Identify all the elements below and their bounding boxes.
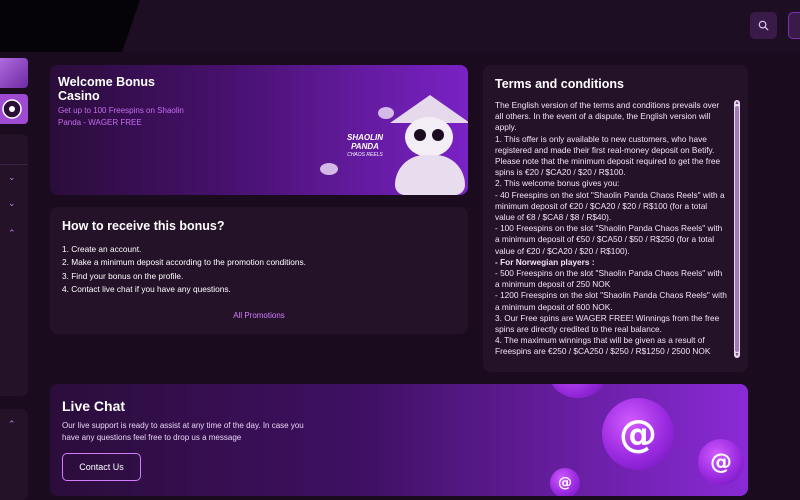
- logo-area: [0, 0, 140, 52]
- top-header: [0, 0, 800, 52]
- howto-step: 3. Find your bonus on the profile.: [62, 270, 184, 281]
- game-logo-line2: PANDA: [351, 142, 379, 151]
- terms-scrollbar[interactable]: ▲ ▼: [734, 100, 740, 358]
- welcome-title: Welcome Bonus Casino: [58, 75, 156, 103]
- chat-bubble-icon: @: [602, 398, 674, 470]
- panda-image: [405, 117, 453, 157]
- at-sign-icon: @: [558, 475, 572, 491]
- game-logo: SHAOLIN PANDA CHAOS REELS: [330, 133, 400, 160]
- terms-line: - 40 Freespins on the slot "Shaolin Pand…: [495, 189, 725, 223]
- scroll-down-arrow[interactable]: ▼: [734, 352, 740, 358]
- contact-us-button[interactable]: Contact Us: [62, 453, 141, 481]
- game-logo-line3: CHAOS REELS: [347, 152, 383, 158]
- terms-title: Terms and conditions: [495, 77, 624, 91]
- scrollbar-thumb[interactable]: [735, 106, 739, 352]
- panda-eye: [432, 129, 444, 141]
- terms-line: - 500 Freespins on the slot "Shaolin Pan…: [495, 268, 723, 290]
- welcome-subtitle: Get up to 100 Freespins on Shaolin Panda…: [58, 106, 184, 127]
- terms-card: Terms and conditions The English version…: [483, 65, 748, 372]
- at-sign-icon: @: [619, 412, 657, 456]
- chat-bubble-icon: @: [698, 439, 744, 485]
- sidebar: ⌄ ⌄ ⌃ ⌃: [0, 52, 32, 500]
- terms-line: The English version of the terms and con…: [495, 100, 720, 133]
- coin-decoration: [378, 107, 394, 119]
- terms-line: 1. This offer is only available to new c…: [495, 133, 715, 155]
- coin-decoration: [320, 163, 338, 175]
- at-sign-icon: @: [710, 449, 732, 475]
- search-icon: [758, 20, 769, 31]
- chevron-up-icon[interactable]: ⌃: [8, 228, 16, 239]
- terms-line: 2. This welcome bonus gives you:: [495, 178, 620, 189]
- chevron-down-icon[interactable]: ⌄: [8, 172, 16, 183]
- howto-title: How to receive this bonus?: [62, 219, 225, 233]
- howto-step: 4. Contact live chat if you have any que…: [62, 283, 231, 294]
- terms-line-norway: - For Norwegian players :: [495, 257, 727, 268]
- terms-line: - 1200 Freespins on the slot "Shaolin Pa…: [495, 290, 727, 312]
- sidebar-secondary-panel: ⌃: [0, 409, 28, 500]
- search-button[interactable]: [750, 12, 777, 39]
- chevron-down-icon[interactable]: ⌄: [8, 198, 16, 209]
- sidebar-menu-panel: ⌄ ⌄ ⌃: [0, 134, 28, 396]
- chat-bubble-icon: [550, 384, 606, 398]
- game-logo-line1: SHAOLIN: [347, 133, 383, 142]
- terms-line: 3. Our Free spins are WAGER FREE! Winnin…: [495, 312, 720, 335]
- terms-line: - 100 Freespins on the slot "Shaolin Pan…: [495, 223, 723, 256]
- wheel-icon: [2, 99, 22, 119]
- sidebar-thumb-welcome[interactable]: [0, 58, 28, 88]
- livechat-description: Our live support is ready to assist at a…: [62, 421, 304, 442]
- live-chat-banner: Live Chat Our live support is ready to a…: [50, 384, 748, 496]
- terms-text[interactable]: The English version of the terms and con…: [495, 100, 727, 358]
- terms-line: 4. The maximum winnings that will be giv…: [495, 335, 711, 357]
- sidebar-thumb-wheel[interactable]: [0, 94, 28, 124]
- panda-body-image: [395, 155, 465, 195]
- terms-line: Please note that the minimum deposit req…: [495, 156, 721, 178]
- how-to-receive-card: How to receive this bonus? 1. Create an …: [50, 207, 468, 334]
- howto-steps: 1. Create an account. 2. Make a minimum …: [62, 243, 306, 296]
- all-promotions-link[interactable]: All Promotions: [50, 311, 468, 320]
- howto-step: 2. Make a minimum deposit according to t…: [62, 257, 306, 268]
- livechat-title: Live Chat: [62, 398, 126, 414]
- terms-norway-heading: - For Norwegian players :: [495, 256, 595, 267]
- panda-eye: [414, 129, 426, 141]
- howto-step: 1. Create an account.: [62, 244, 142, 254]
- chevron-up-icon[interactable]: ⌃: [8, 419, 16, 430]
- header-action-button[interactable]: [788, 12, 800, 39]
- chat-bubble-icon: @: [550, 468, 580, 496]
- welcome-bonus-banner[interactable]: Welcome Bonus Casino Get up to 100 Frees…: [50, 65, 468, 195]
